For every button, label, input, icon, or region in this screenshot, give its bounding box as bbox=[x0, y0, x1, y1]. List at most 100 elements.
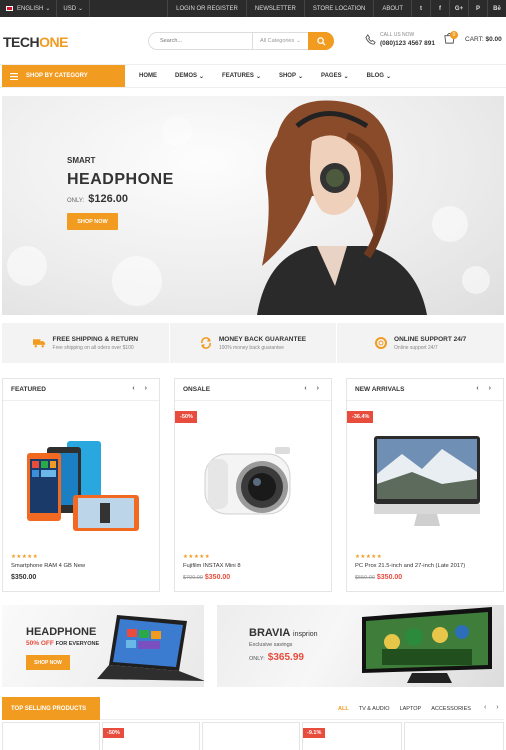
product-name[interactable]: PC Prox 21.5-inch and 27-inch (Late 2017… bbox=[355, 563, 465, 569]
call-label: CALL US NOW bbox=[380, 32, 415, 38]
camera-product-image bbox=[204, 447, 291, 515]
hero-subtitle: SMART bbox=[67, 156, 96, 165]
facebook-icon[interactable]: f bbox=[430, 0, 449, 17]
banner-discount: 50% OFF bbox=[26, 640, 54, 647]
laptop-tablet-image bbox=[97, 615, 204, 681]
nav-label: DEMOS bbox=[175, 73, 198, 79]
hero-woman-image bbox=[257, 100, 427, 315]
top-selling-card[interactable] bbox=[404, 722, 504, 750]
search-input[interactable] bbox=[149, 33, 252, 49]
column-arrows[interactable]: ‹ › bbox=[304, 385, 323, 392]
features-strip: FREE SHIPPING & RETURN Free shipping on a… bbox=[2, 323, 504, 363]
language-selector[interactable]: ENGLISH ⌄ bbox=[0, 0, 58, 17]
top-selling-card[interactable]: -50% bbox=[102, 722, 200, 750]
chevron-down-icon: ⌄ bbox=[199, 73, 205, 80]
feature-support: ONLINE SUPPORT 24/7 Online support 24/7 bbox=[337, 323, 504, 363]
nav-item-shop[interactable]: SHOP ⌄ bbox=[270, 73, 312, 80]
banner-shop-now-button[interactable]: SHOP NOW bbox=[26, 655, 70, 670]
chevron-down-icon: ⌄ bbox=[297, 73, 304, 80]
top-selling-tabs: ALL TV & AUDIO LAPTOP ACCESSORIES bbox=[333, 697, 476, 720]
column-arrows[interactable]: ‹ › bbox=[132, 385, 151, 392]
banner-price-label: ONLY: bbox=[249, 656, 265, 662]
nav-item-blog[interactable]: BLOG ⌄ bbox=[358, 73, 400, 80]
chevron-down-icon: ⌄ bbox=[255, 73, 261, 80]
nav-item-demos[interactable]: DEMOS ⌄ bbox=[166, 73, 213, 80]
top-bar: ENGLISH ⌄ USD ⌄ LOGIN OR REGISTER NEWSLETT… bbox=[0, 0, 506, 17]
about-link[interactable]: ABOUT bbox=[373, 0, 411, 17]
top-selling-card[interactable] bbox=[2, 722, 100, 750]
main-nav: HOME DEMOS ⌄ FEATURES ⌄ SHOP ⌄ PAGES ⌄ BLOG ⌄ bbox=[130, 65, 400, 87]
tab-tv-audio[interactable]: TV & AUDIO bbox=[354, 706, 395, 712]
smartphone-product-image bbox=[27, 441, 139, 531]
chevron-down-icon: ⌄ bbox=[385, 73, 391, 80]
hero-price-label: ONLY: bbox=[67, 198, 85, 204]
logo-text-accent: ONE bbox=[39, 34, 68, 50]
menu-icon bbox=[10, 72, 18, 80]
discount-tag: -50% bbox=[175, 411, 197, 423]
login-register-link[interactable]: LOGIN OR REGISTER bbox=[167, 0, 246, 17]
feature-title: ONLINE SUPPORT 24/7 bbox=[394, 335, 467, 343]
product-name[interactable]: Smartphone RAM 4 GB New bbox=[11, 563, 85, 569]
banner-brand-suffix: insprion bbox=[293, 631, 318, 638]
newsletter-link[interactable]: NEWSLETTER bbox=[245, 0, 304, 17]
onsale-column: ONSALE ‹ › -50% ★★★★★ Fujifilm INSTAX Min… bbox=[174, 378, 332, 592]
top-selling-card[interactable] bbox=[202, 722, 300, 750]
nav-label: BLOG bbox=[366, 73, 384, 79]
headphone-banner[interactable]: HEADPHONE 50% OFF FOR EVERYONE SHOP NOW bbox=[2, 605, 204, 687]
nav-item-features[interactable]: FEATURES ⌄ bbox=[213, 73, 270, 80]
lifebuoy-icon bbox=[375, 337, 388, 349]
feature-title: MONEY BACK GUARANTEE bbox=[218, 335, 307, 343]
column-title: ONSALE bbox=[183, 386, 211, 393]
bravia-banner[interactable]: BRAVIA insprion Exclusive savings ONLY: $… bbox=[217, 605, 504, 687]
new-arrivals-column: NEW ARRIVALS ‹ › -36.4% ★★★★★ PC Prox 21.… bbox=[346, 378, 504, 592]
call-us-block: CALL US NOW (080)123 4567 891 bbox=[365, 32, 435, 47]
discount-tag: -9.1% bbox=[303, 728, 326, 738]
feature-subtitle: Online support 24/7 bbox=[394, 344, 438, 351]
nav-item-home[interactable]: HOME bbox=[130, 73, 166, 79]
truck-icon bbox=[32, 339, 45, 348]
hero-slider: SMART HEADPHONE ONLY: $126.00 SHOP NOW bbox=[2, 96, 504, 315]
site-logo[interactable]: TECHONE bbox=[3, 34, 68, 50]
search-category-label: All Categories bbox=[260, 38, 295, 44]
tab-accessories[interactable]: ACCESSORIES bbox=[426, 706, 476, 712]
currency-label: USD bbox=[63, 5, 77, 12]
tab-all[interactable]: ALL bbox=[333, 706, 354, 712]
logo-text-dark: TECH bbox=[3, 34, 40, 50]
rating-stars: ★★★★★ bbox=[183, 554, 211, 560]
pinterest-icon[interactable]: P bbox=[468, 0, 487, 17]
nav-item-pages[interactable]: PAGES ⌄ bbox=[312, 73, 358, 80]
shop-by-category-button[interactable]: SHOP BY CATEGORY bbox=[2, 65, 125, 87]
feature-subtitle: 100% money back guarantee bbox=[218, 344, 284, 351]
chevron-down-icon: ⌄ bbox=[343, 73, 349, 80]
hero-title: HEADPHONE bbox=[67, 171, 174, 188]
chevron-down-icon: ⌄ bbox=[45, 6, 51, 12]
search-button[interactable] bbox=[308, 32, 334, 50]
product-name[interactable]: Fujifilm INSTAX Mini 8 bbox=[183, 563, 241, 569]
column-arrows[interactable]: ‹ › bbox=[476, 385, 495, 392]
phone-icon bbox=[365, 34, 376, 45]
top-selling-title: TOP SELLING PRODUCTS bbox=[2, 697, 100, 720]
phone-number: (080)123 4567 891 bbox=[380, 40, 435, 47]
currency-selector[interactable]: USD ⌄ bbox=[57, 0, 91, 17]
tab-laptop[interactable]: LAPTOP bbox=[395, 706, 427, 712]
twitter-icon[interactable]: t bbox=[411, 0, 430, 17]
top-selling-arrows[interactable]: ‹ › bbox=[484, 704, 503, 711]
feature-subtitle: Free shipping on all oders over $100 bbox=[52, 344, 134, 351]
nav-label: PAGES bbox=[321, 73, 342, 79]
banner-price: $365.99 bbox=[267, 652, 304, 663]
product-price: $350.00 bbox=[376, 574, 403, 581]
store-location-link[interactable]: STORE LOCATION bbox=[303, 0, 373, 17]
feature-money-back: MONEY BACK GUARANTEE 100% money back guar… bbox=[170, 323, 338, 363]
discount-tag: -36.4% bbox=[347, 411, 374, 423]
google-plus-icon[interactable]: G+ bbox=[449, 0, 468, 17]
top-selling-card[interactable]: -9.1% bbox=[302, 722, 402, 750]
feature-shipping: FREE SHIPPING & RETURN Free shipping on a… bbox=[2, 323, 170, 363]
banner-discount-suffix: FOR EVERYONE bbox=[55, 641, 100, 647]
search-category-select[interactable]: All Categories ⌄ bbox=[252, 33, 308, 49]
behance-icon[interactable]: Bē bbox=[487, 0, 506, 17]
hero-shop-now-button[interactable]: SHOP NOW bbox=[67, 213, 118, 230]
nav-label: SHOP bbox=[278, 73, 296, 79]
rating-stars: ★★★★★ bbox=[11, 554, 39, 560]
monitor-product-image bbox=[374, 436, 480, 526]
cart-button[interactable]: 0 CART: $0.00 bbox=[443, 31, 502, 46]
